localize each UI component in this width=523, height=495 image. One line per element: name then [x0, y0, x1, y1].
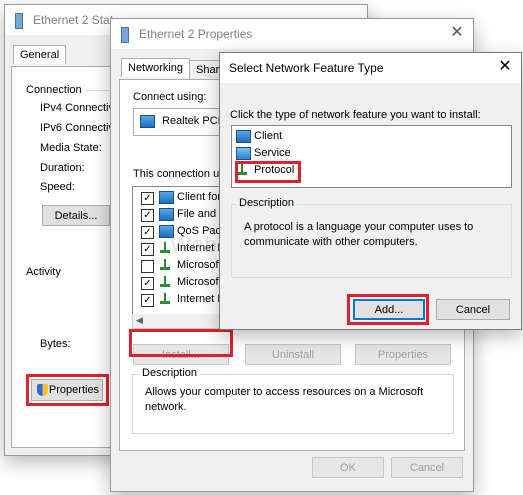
cancel-button[interactable]: Cancel	[436, 299, 510, 320]
checkbox[interactable]: ✓	[141, 226, 154, 239]
network-icon	[121, 27, 129, 43]
checkbox[interactable]: ✓	[141, 243, 154, 256]
close-icon[interactable]: ✕	[449, 25, 465, 41]
description-group: Description Allows your computer to acce…	[132, 367, 454, 434]
network-client-icon	[236, 130, 254, 143]
network-icon	[15, 13, 23, 29]
feature-dialog-title: Select Network Feature Type	[229, 61, 384, 75]
adapter-name: Realtek PCI	[162, 115, 221, 127]
feature-description-text: A protocol is a language your computer u…	[244, 221, 474, 248]
network-client-icon	[159, 191, 177, 204]
bytes-label: Bytes:	[40, 338, 71, 350]
protocol-icon	[159, 276, 174, 288]
cancel-button[interactable]: Cancel	[391, 457, 463, 478]
uses-items-label: This connection us	[133, 168, 225, 180]
connect-using-label: Connect using:	[133, 91, 207, 103]
highlight-install	[129, 329, 233, 357]
ipv4-label: IPv4 Connectivi	[40, 102, 117, 114]
protocol-icon	[159, 293, 174, 305]
speed-label: Speed:	[40, 181, 75, 193]
feature-description-group: Description A protocol is a language you…	[231, 197, 512, 278]
list-item-label: Client	[254, 130, 283, 142]
checkbox[interactable]	[141, 260, 154, 273]
adapter-icon	[140, 115, 158, 128]
network-service-icon	[236, 147, 254, 160]
tab-general[interactable]: General	[13, 45, 67, 64]
checkbox[interactable]: ✓	[141, 294, 154, 307]
connection-heading: Connection	[26, 84, 82, 96]
highlight-properties	[26, 374, 109, 406]
properties-window-title: Ethernet 2 Properties	[139, 27, 253, 41]
properties-window-titlebar[interactable]: Ethernet 2 Properties ✕	[111, 19, 473, 49]
feature-prompt: Click the type of network feature you wa…	[230, 109, 481, 121]
network-client-icon	[159, 208, 177, 221]
description-heading: Description	[236, 197, 298, 209]
feature-dialog: Select Network Feature Type ✕ Click the …	[219, 52, 522, 330]
protocol-icon	[159, 259, 174, 271]
highlight-protocol	[235, 161, 301, 183]
list-item-label: Internet P	[177, 293, 225, 305]
list-item-label: Client for	[177, 191, 222, 203]
close-icon[interactable]: ✕	[497, 59, 513, 75]
uninstall-button[interactable]: Uninstall	[245, 344, 341, 365]
checkbox[interactable]: ✓	[141, 277, 154, 290]
ok-button[interactable]: OK	[312, 457, 384, 478]
list-item-label: Microsoft	[177, 276, 222, 288]
scroll-left-icon[interactable]: ◀	[136, 315, 143, 326]
description-heading: Description	[139, 367, 201, 379]
activity-heading: Activity	[26, 266, 61, 278]
properties-button[interactable]: Properties	[355, 344, 451, 365]
highlight-add	[347, 294, 429, 325]
checkbox[interactable]: ✓	[141, 209, 154, 222]
tab-networking[interactable]: Networking	[121, 58, 191, 77]
feature-dialog-titlebar[interactable]: Select Network Feature Type ✕	[220, 53, 521, 83]
list-item-label: Service	[254, 147, 291, 159]
list-item-label: Microsoft	[177, 259, 222, 271]
ipv6-label: IPv6 Connectivi	[40, 122, 117, 134]
checkbox[interactable]: ✓	[141, 192, 154, 205]
media-state-label: Media State:	[40, 142, 102, 154]
duration-label: Duration:	[40, 162, 85, 174]
details-button[interactable]: Details...	[42, 205, 110, 226]
status-window-title: Ethernet 2 Stat	[33, 13, 114, 27]
description-text: Allows your computer to access resources…	[145, 386, 424, 413]
